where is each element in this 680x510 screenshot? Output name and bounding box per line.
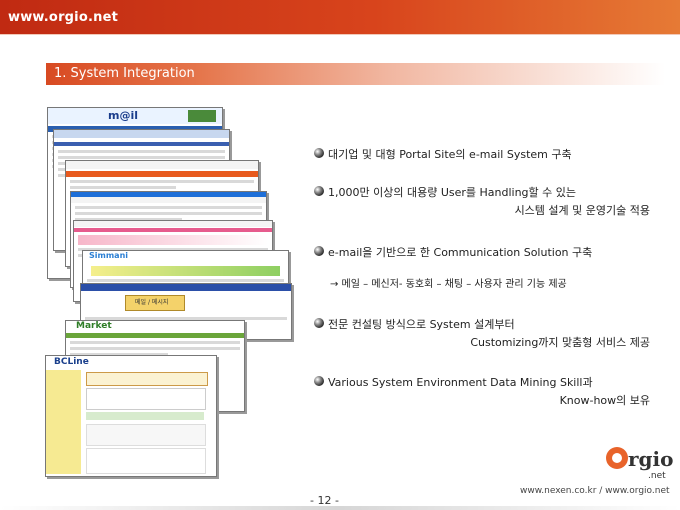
bullet-text: 1,000만 이상의 대용량 User를 Handling할 수 있는 [328,186,577,199]
bullet-item: 전문 컨설팅 방식으로 System 설계부터 Customizing까지 맞춤… [314,316,664,352]
bullet-text: 전문 컨설팅 방식으로 System 설계부터 [328,318,515,331]
footer-bar [0,506,680,510]
sub-note: → 메일 – 메신저- 동호회 – 채팅 – 사용자 관리 기능 제공 [330,279,567,290]
logo-wordmark: rgio [628,447,674,471]
bullet-item: e-mail을 기반으로 한 Communication Solution 구축 [314,244,664,262]
bullet-text: Various System Environment Data Mining S… [328,376,593,389]
screenshot-label: Simmani [89,251,129,260]
bullet-icon [314,246,324,256]
bullet-text-continued: Customizing까지 맞춤형 서비스 제공 [470,336,650,349]
header-bar: www.orgio.net [0,0,680,34]
section-title: 1. System Integration [54,66,195,81]
orgio-logo: rgio .net [606,445,673,485]
screenshot-label: 메일 / 메시지 [135,299,169,306]
screenshot-label: BCLine [54,357,89,367]
section-bar: 1. System Integration [46,63,665,85]
screenshot-label: Market [76,321,112,331]
bullet-item: 1,000만 이상의 대용량 User를 Handling할 수 있는 시스템 … [314,184,664,220]
footer-urls: www.nexen.co.kr / www.orgio.net [520,486,670,496]
header-divider [0,34,680,35]
bullet-item: Various System Environment Data Mining S… [314,374,664,410]
screenshot-bcline: BCLine [45,355,217,477]
bullet-icon [314,376,324,386]
bullet-text: 대기업 및 대형 Portal Site의 e-mail System 구축 [328,148,572,161]
site-url: www.orgio.net [8,10,118,25]
bullet-text-continued: Know-how의 보유 [559,394,650,407]
bullet-icon [314,186,324,196]
screenshot-collage: m@il Simmani 메일 / 메시지 Market BCLine [40,105,310,485]
bullet-icon [314,318,324,328]
bullet-icon [314,148,324,158]
bullet-text: e-mail을 기반으로 한 Communication Solution 구축 [328,246,593,259]
logo-o-mark [606,447,628,469]
bullet-item: 대기업 및 대형 Portal Site의 e-mail System 구축 [314,146,664,164]
logo-suffix: .net [648,471,666,481]
screenshot-label: m@il [108,109,139,122]
bullet-text-continued: 시스템 설계 및 운영기술 적용 [514,204,650,217]
